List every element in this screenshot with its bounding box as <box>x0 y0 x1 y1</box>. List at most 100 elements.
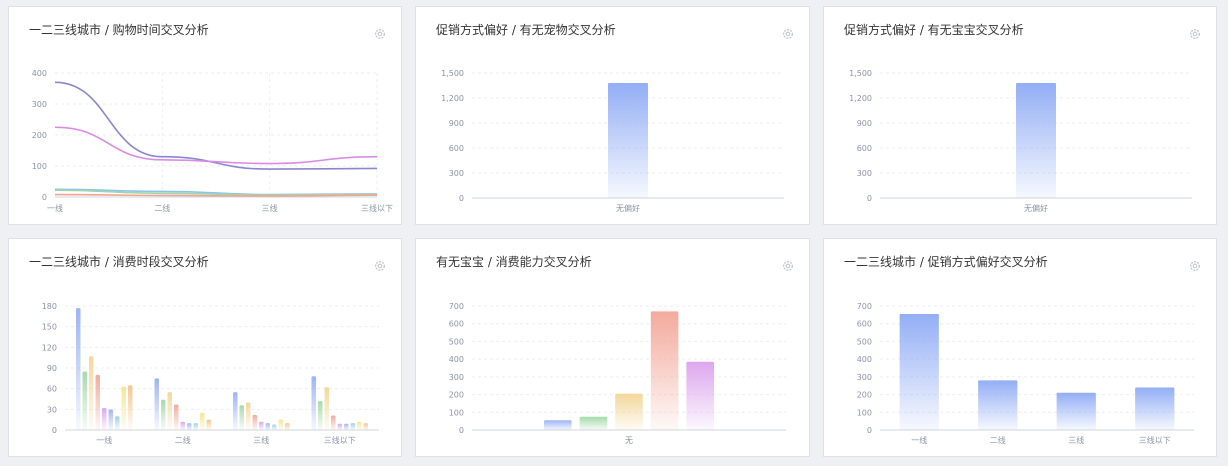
bar <box>180 421 186 430</box>
y-tick-label: 300 <box>32 100 47 109</box>
bar <box>337 423 343 430</box>
y-tick-label: 300 <box>449 373 464 382</box>
bar <box>1016 83 1056 198</box>
bar <box>193 423 199 430</box>
bar <box>350 423 356 430</box>
bar-chart: 0 300 600 900 1,200 1,500 无偏好 <box>849 69 1192 213</box>
y-tick-label: 900 <box>449 119 464 128</box>
bar <box>686 361 714 430</box>
gear-icon[interactable] <box>1188 27 1202 41</box>
x-tick-label: 无 <box>625 436 633 445</box>
x-tick-label: 无偏好 <box>1024 203 1048 213</box>
chart-title: 一二三线城市 / 消费时段交叉分析 <box>29 255 209 269</box>
bar <box>154 378 159 430</box>
bar <box>978 380 1018 430</box>
bar <box>258 421 264 430</box>
y-tick-label: 100 <box>32 162 47 171</box>
y-tick-label: 700 <box>857 302 872 311</box>
x-tick-label: 三线以下 <box>361 203 393 213</box>
y-tick-label: 200 <box>449 391 464 400</box>
y-tick-label: 600 <box>449 320 464 329</box>
y-tick-label: 0 <box>867 426 872 435</box>
gear-icon[interactable] <box>373 259 387 273</box>
series-line <box>54 126 378 165</box>
bar <box>239 405 244 430</box>
gear-icon[interactable] <box>781 259 795 273</box>
y-tick-label: 500 <box>449 337 464 346</box>
y-tick-label: 400 <box>857 355 872 364</box>
y-tick-label: 0 <box>867 194 872 203</box>
y-tick-label: 1,500 <box>441 69 464 78</box>
y-tick-label: 1,500 <box>849 69 872 78</box>
gear-icon[interactable] <box>781 27 795 41</box>
chart-card-city-consumption-period: 一二三线城市 / 消费时段交叉分析 0 30 60 90 120 150 180 一线 二线 三线… <box>8 238 402 457</box>
bar <box>324 387 329 430</box>
bar <box>95 374 100 430</box>
bar <box>278 419 284 430</box>
y-tick-label: 0 <box>459 426 464 435</box>
y-tick-label: 1,200 <box>441 94 464 103</box>
y-tick-label: 400 <box>449 355 464 364</box>
gear-icon[interactable] <box>1188 259 1202 273</box>
bar <box>357 421 362 430</box>
bar <box>245 402 251 430</box>
bar <box>160 399 166 430</box>
chart-card-city-shopping-time: 一二三线城市 / 购物时间交叉分析 0 100 200 300 400 一线 二线 三线 三线以… <box>8 6 402 225</box>
chart-card-baby-spending-power: 有无宝宝 / 消费能力交叉分析 0 100 200 300 400 500 600 700 无 <box>415 238 810 457</box>
series-line <box>54 81 378 170</box>
chart-card-promo-baby: 促销方式偏好 / 有无宝宝交叉分析 0 300 600 900 1,200 1,500 无偏… <box>823 6 1217 225</box>
bar <box>88 356 94 430</box>
y-tick-label: 700 <box>449 302 464 311</box>
y-tick-label: 200 <box>32 131 47 140</box>
y-tick-label: 0 <box>52 426 57 435</box>
chart-title: 一二三线城市 / 购物时间交叉分析 <box>29 23 209 37</box>
bar-chart: 0 300 600 900 1,200 1,500 无偏好 <box>441 69 784 213</box>
y-tick-label: 0 <box>42 193 47 202</box>
bar <box>1135 387 1175 430</box>
bar <box>82 371 87 430</box>
y-tick-label: 600 <box>857 144 872 153</box>
y-tick-label: 90 <box>47 364 57 373</box>
bar <box>128 385 133 430</box>
y-tick-label: 30 <box>47 405 57 414</box>
grouped-bar-chart: 0 100 200 300 400 500 600 700 无 <box>449 302 786 445</box>
bar <box>121 386 127 430</box>
x-tick-label: 一线 <box>96 435 112 445</box>
bar <box>579 416 608 430</box>
bar <box>252 414 257 430</box>
bar <box>101 407 107 430</box>
x-tick-label: 无偏好 <box>616 203 640 213</box>
y-tick-label: 600 <box>449 144 464 153</box>
bar <box>311 376 316 430</box>
chart-title: 促销方式偏好 / 有无宝宝交叉分析 <box>844 23 1024 37</box>
y-tick-label: 300 <box>449 169 464 178</box>
x-tick-label: 一线 <box>911 435 927 445</box>
x-tick-label: 三线以下 <box>324 435 356 445</box>
bar <box>115 416 120 430</box>
chart-card-promo-pet: 促销方式偏好 / 有无宠物交叉分析 0 300 600 900 1,200 1,500 无偏… <box>415 6 810 225</box>
x-tick-label: 二线 <box>990 435 1006 445</box>
bar <box>650 311 679 430</box>
y-tick-label: 100 <box>449 408 464 417</box>
x-tick-label: 三线 <box>1068 435 1084 445</box>
grouped-bar-chart: 0 30 60 90 120 150 180 一线 二线 三线 三线以下 <box>42 302 379 445</box>
y-tick-label: 300 <box>857 169 872 178</box>
bar <box>265 423 271 430</box>
x-tick-label: 二线 <box>175 435 191 445</box>
bar <box>173 404 179 430</box>
bar <box>75 308 81 430</box>
bar <box>272 424 277 430</box>
bar <box>187 423 192 430</box>
bar-chart: 0 100 200 300 400 500 600 700 一线 二线 三线 三线以下 <box>857 302 1194 445</box>
bar <box>330 415 336 430</box>
y-tick-label: 100 <box>857 408 872 417</box>
gear-icon[interactable] <box>373 27 387 41</box>
y-tick-label: 400 <box>32 69 47 78</box>
bar <box>544 420 572 430</box>
x-tick-label: 三线以下 <box>1139 435 1171 445</box>
y-tick-label: 60 <box>47 385 57 394</box>
y-tick-label: 120 <box>42 343 57 352</box>
bar <box>167 392 172 430</box>
bar <box>363 423 369 430</box>
y-tick-label: 1,200 <box>849 94 872 103</box>
